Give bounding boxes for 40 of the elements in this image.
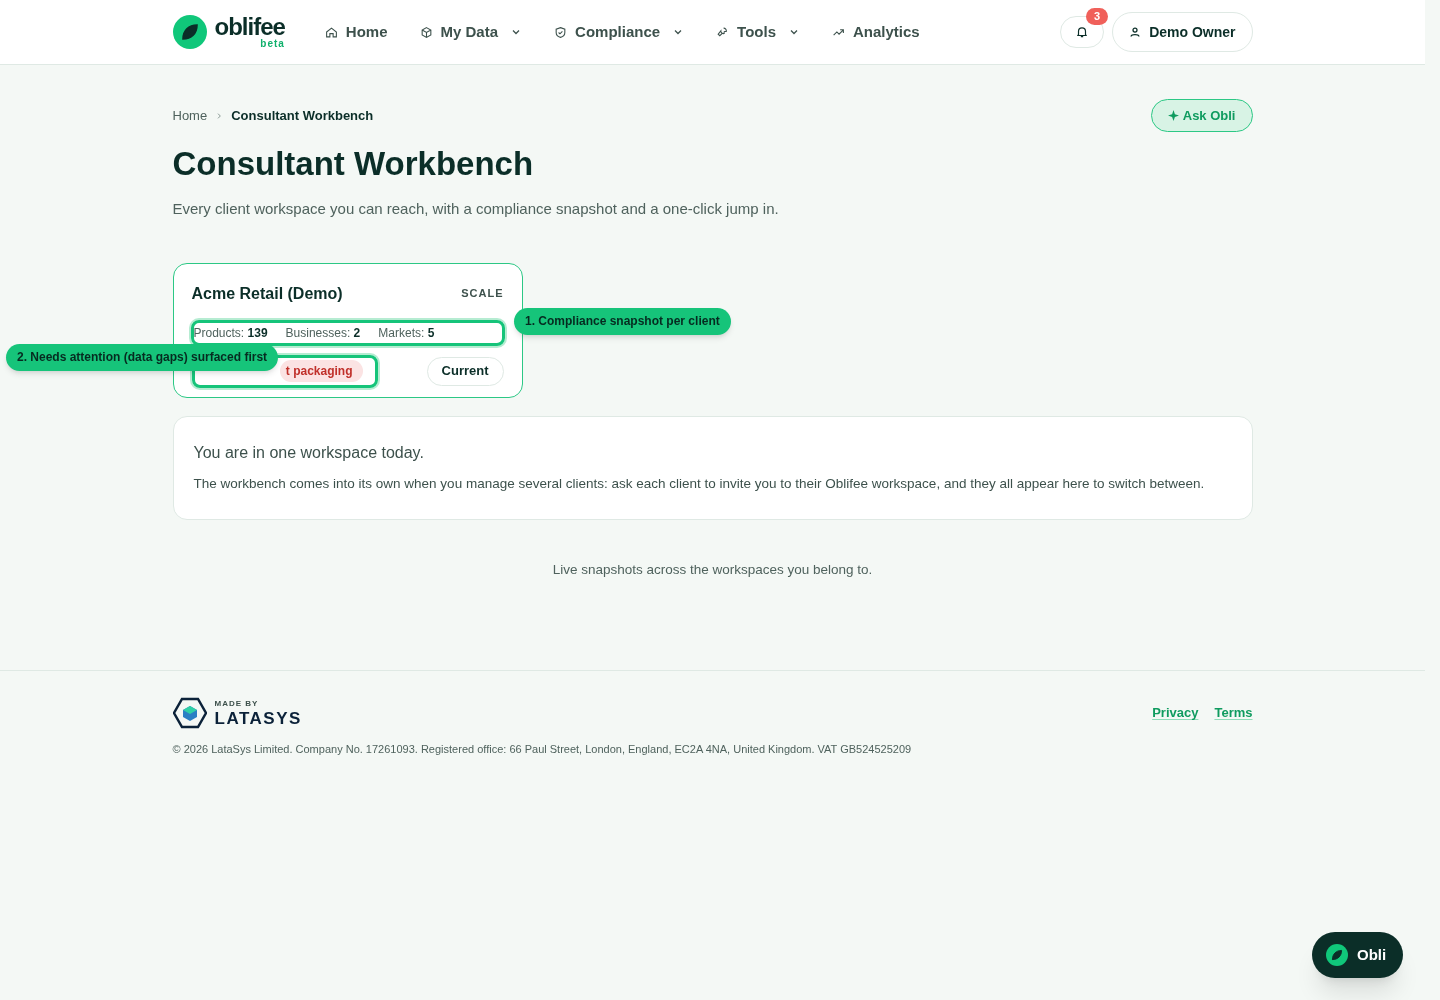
tour-callout: 2. Needs attention (data gaps) surfaced first	[6, 344, 279, 371]
nav-link[interactable]: Analytics	[832, 20, 920, 44]
leaf-icon	[1326, 944, 1348, 966]
cube-icon	[419, 25, 433, 39]
footnote-text: Live snapshots across the workspaces you belong to.	[551, 560, 874, 579]
plan-label: SCALE	[461, 286, 504, 302]
shield-icon	[554, 25, 568, 39]
nav-link[interactable]: Home	[324, 20, 388, 44]
client-stat: Businesses: 2	[285, 324, 361, 342]
logo[interactable]: oblifee beta	[172, 15, 285, 49]
home-icon	[324, 25, 338, 39]
client-stat: Markets: 5	[378, 324, 435, 342]
brand-name: LATASYS	[214, 709, 302, 727]
latasys-logo[interactable]: MADE BY LATASYS	[172, 697, 302, 729]
user-menu-button[interactable]: Demo Owner	[1112, 12, 1253, 52]
page-subtitle: Every client workspace you can reach, with a compliance snapshot and a one-click jump in.	[172, 199, 780, 219]
nav-link[interactable]: Tools	[716, 20, 800, 44]
sparkle-icon	[1167, 110, 1179, 121]
breadcrumb-link[interactable]: Home	[172, 105, 208, 126]
hexagon-cube-icon	[172, 697, 207, 729]
current-button[interactable]: Current	[426, 356, 504, 386]
obli-chat-button[interactable]: Obli	[1312, 932, 1403, 978]
wrench-icon	[716, 25, 730, 39]
bell-icon	[1075, 25, 1090, 39]
client-name: Acme Retail (Demo)	[191, 283, 343, 304]
leaf-icon	[172, 15, 207, 49]
chevron-right-icon	[215, 111, 224, 120]
breadcrumb-current: Consultant Workbench	[231, 106, 374, 125]
notice-text: The workbench comes into its own when you manage several clients: ask each client to invite you to their Oblifee workspace, and they all appear here to switch between.	[193, 474, 1206, 493]
nav-link[interactable]: My Data	[419, 20, 523, 44]
nav-link[interactable]: Compliance	[554, 20, 685, 44]
notice-title: You are in one workspace today.	[193, 442, 425, 463]
legal-text: © 2026 LataSys Limited. Company No. 17261093. Registered office: 66 Paul Street, London, England, EC2A 4NA, United Kingdom. VAT GB524525209	[172, 742, 913, 757]
data-gap-badge: t packaging	[279, 360, 363, 382]
client-stat: Products: 139	[193, 324, 268, 342]
user-icon	[1129, 26, 1142, 38]
made-by-label: MADE BY	[214, 699, 260, 708]
tour-callout: 1. Compliance snapshot per client	[514, 308, 731, 335]
notification-count: 3	[1086, 8, 1109, 25]
page-title: Consultant Workbench	[172, 144, 535, 184]
